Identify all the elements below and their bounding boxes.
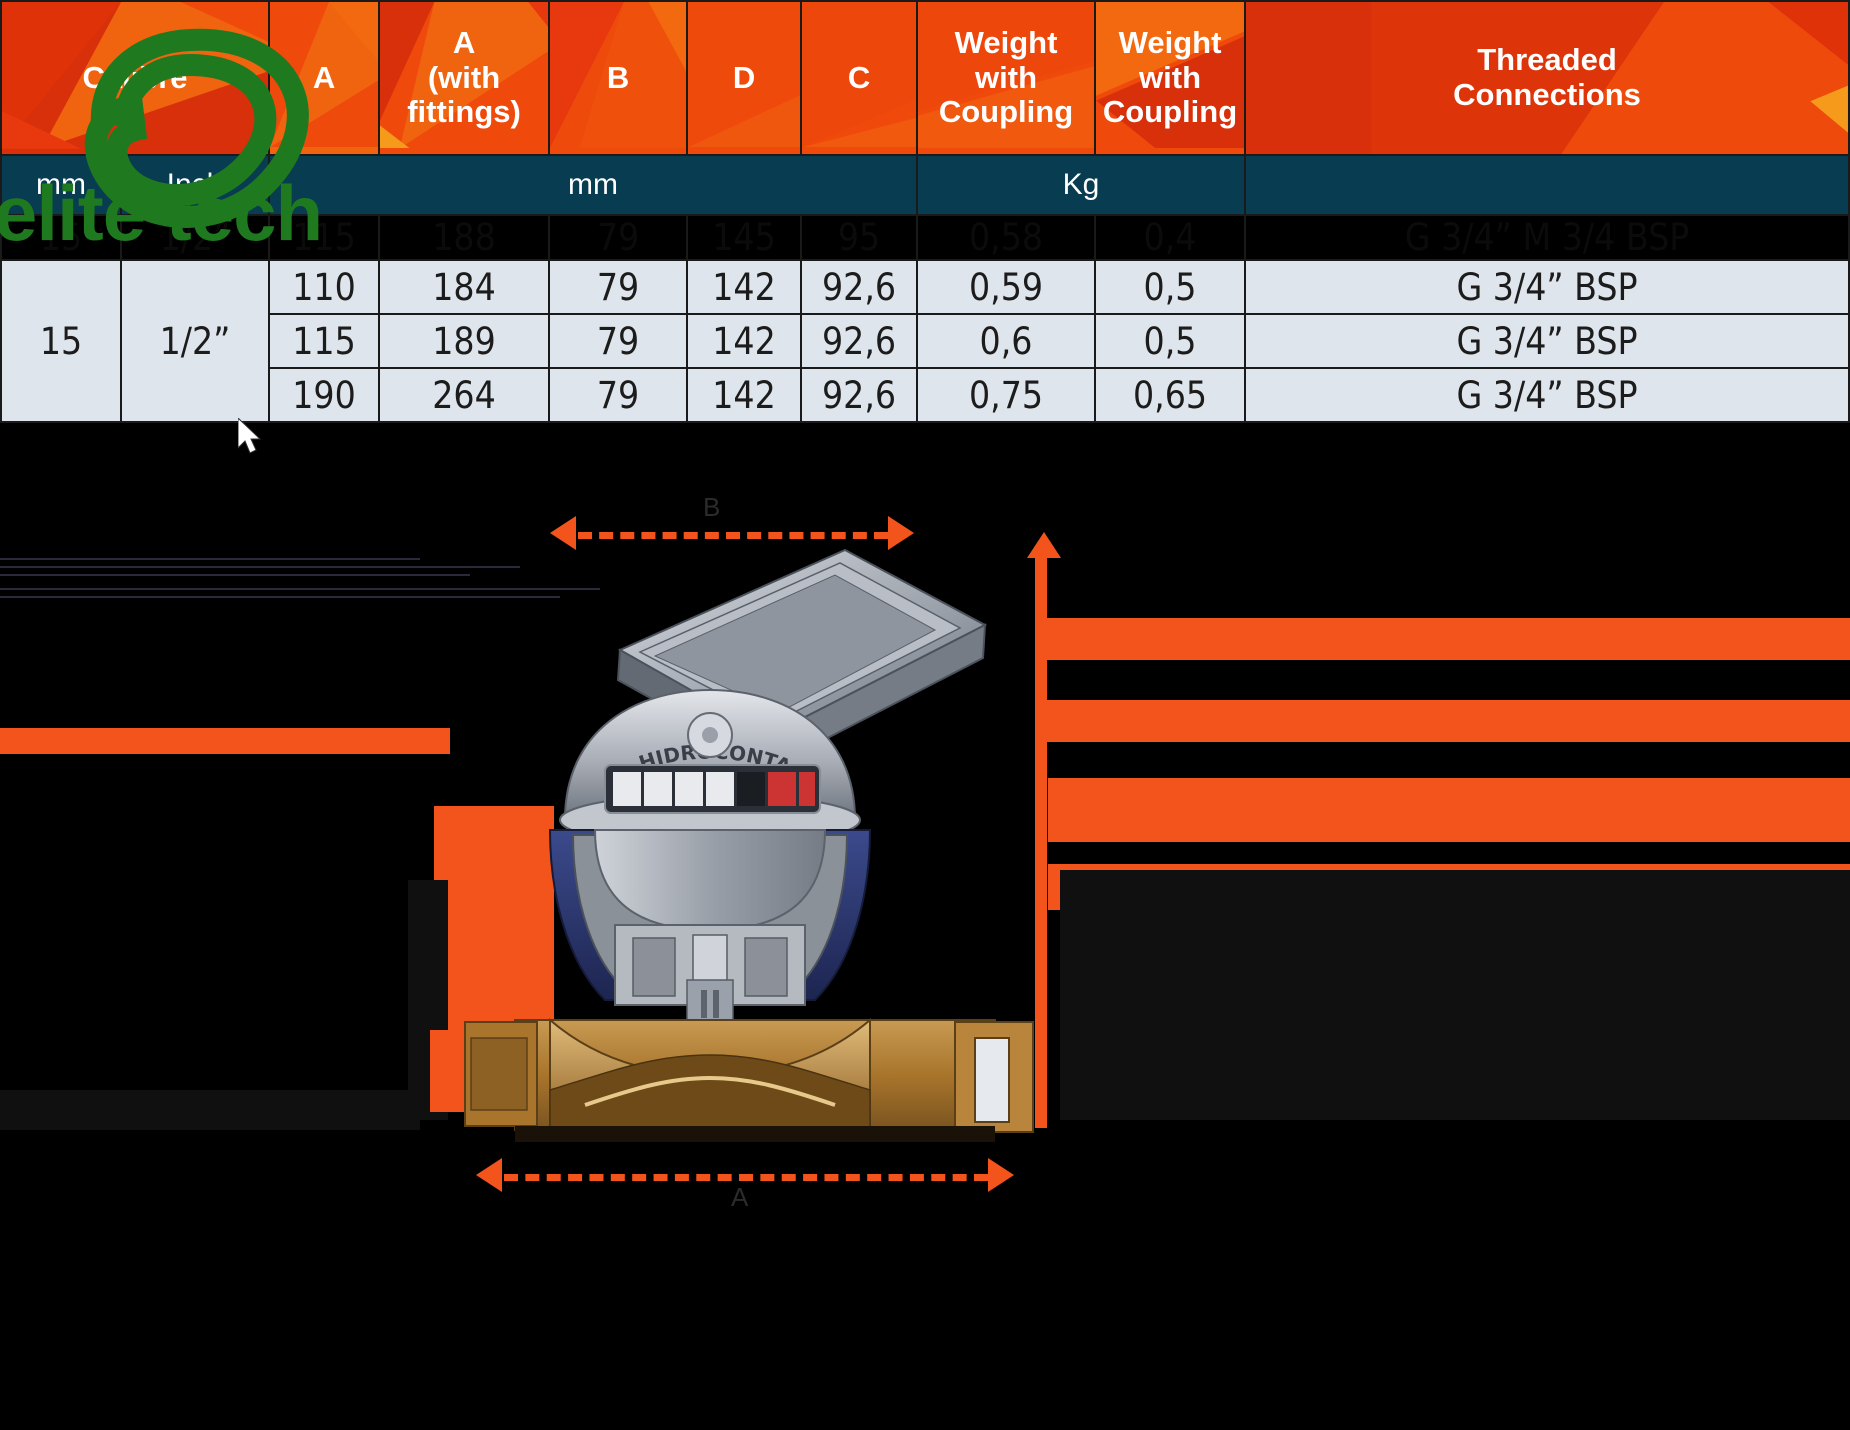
header-a-label: A — [312, 59, 336, 95]
spec-table: Calibre A A (with fittings) B D C Weight… — [0, 0, 1850, 423]
meter-mechanism — [593, 829, 827, 1021]
afit-line1: A — [452, 24, 476, 60]
weight1-line3: Coupling — [938, 94, 1074, 130]
header-a: A — [268, 0, 381, 156]
meter-brass-body — [464, 1017, 1034, 1133]
cell-a: 190 — [268, 367, 381, 423]
header-b: B — [548, 0, 689, 156]
guide-line — [0, 566, 520, 568]
table-row-clipped-top: 15 1/2” 115 188 79 145 95 0,58 0,4 G 3/4… — [0, 214, 1850, 261]
table-body: 15 1/2” 115 188 79 145 95 0,58 0,4 G 3/4… — [0, 214, 1850, 423]
guide-line — [0, 574, 470, 576]
header-unit-kg-group: Kg — [916, 154, 1247, 216]
header-threaded-connections: Threaded Connections — [1244, 0, 1850, 156]
cell-d: 142 — [686, 259, 803, 315]
cell-a: 110 — [268, 259, 381, 315]
afit-line3: fittings) — [407, 94, 521, 130]
callout-dark-right — [1060, 870, 1850, 1120]
cell-d: 142 — [686, 367, 803, 423]
weight1-line2: with — [975, 59, 1038, 95]
callout-bar-right-2 — [1040, 700, 1850, 742]
water-meter-illustration: HIDROCONTA — [455, 530, 1055, 1170]
cell-a-fittings: 184 — [378, 259, 551, 315]
cell-clipped-weight-2: 0,4 — [1094, 214, 1247, 261]
cell-clipped-b: 79 — [548, 214, 689, 261]
cell-b: 79 — [548, 367, 689, 423]
cell-calibre-mm: 15 — [0, 259, 122, 423]
cell-a: 115 — [268, 313, 381, 369]
cell-weight-1: 0,75 — [916, 367, 1097, 423]
header-d: D — [686, 0, 803, 156]
cell-weight-2: 0,5 — [1094, 259, 1247, 315]
header-calibre-label: Calibre — [82, 59, 188, 95]
product-diagram: B A HIDR ONT — [0, 470, 1850, 1430]
cell-clipped-d: 145 — [686, 214, 803, 261]
guide-line — [0, 558, 420, 560]
cell-clipped-weight-1: 0,58 — [916, 214, 1097, 261]
cell-weight-1: 0,59 — [916, 259, 1097, 315]
cell-calibre-inch: 1/2” — [119, 259, 271, 423]
cell-c: 92,6 — [800, 259, 919, 315]
header-weight-1-label: Weight with Coupling — [922, 24, 1090, 130]
header-threaded-label: Threaded Connections — [1250, 42, 1844, 112]
cell-threaded: G 3/4” BSP — [1244, 259, 1850, 315]
table-header-row-units: mm Inch mm Kg — [0, 154, 1850, 216]
cell-c: 92,6 — [800, 367, 919, 423]
callout-bar-left-1 — [0, 728, 450, 754]
cell-clipped-c: 95 — [800, 214, 919, 261]
header-a-with-fittings: A (with fittings) — [378, 0, 551, 156]
dim-a-label: A — [731, 1182, 749, 1212]
cell-weight-2: 0,65 — [1094, 367, 1247, 423]
header-unit-mm-group: mm — [268, 154, 919, 216]
header-unit-mm: mm — [0, 154, 122, 216]
header-weight-with-coupling-2: Weight with Coupling — [1094, 0, 1247, 156]
cell-clipped-a-fittings: 188 — [378, 214, 551, 261]
cell-b: 79 — [548, 259, 689, 315]
cell-clipped-calibre-inch: 1/2” — [119, 214, 271, 261]
header-unit-inch: Inch — [119, 154, 271, 216]
table-row: 15 1/2” 110 184 79 142 92,6 0,59 0,5 G 3… — [0, 259, 1850, 423]
cell-c: 92,6 — [800, 313, 919, 369]
cell-d: 142 — [686, 313, 803, 369]
cell-clipped-threaded: G 3/4” M 3/4 BSP — [1244, 214, 1850, 261]
table-row: 190 264 79 142 92,6 0,75 0,65 G 3/4” BSP — [1, 367, 1850, 423]
cell-threaded: G 3/4” BSP — [1244, 367, 1850, 423]
mouse-cursor-icon — [238, 418, 262, 454]
cell-clipped-a: 115 — [268, 214, 381, 261]
threaded-line2: Connections — [1453, 77, 1641, 112]
cell-b: 79 — [548, 313, 689, 369]
water-meter-svg: HIDROCONTA — [464, 548, 1034, 1142]
dim-a-line — [504, 1174, 988, 1181]
header-c: C — [800, 0, 919, 156]
weight2-line1: Weight — [1118, 24, 1222, 60]
weight1-line1: Weight — [954, 24, 1058, 60]
cell-a-fittings: 264 — [378, 367, 551, 423]
cell-weight-2: 0,5 — [1094, 313, 1247, 369]
header-c-label: C — [847, 59, 871, 95]
weight2-line2: with — [1139, 59, 1202, 95]
cell-a-fittings: 189 — [378, 313, 551, 369]
screenshot-root: Calibre A A (with fittings) B D C Weight… — [0, 0, 1850, 1430]
header-calibre: Calibre — [0, 0, 271, 156]
dim-b-label: B — [703, 492, 721, 522]
weight2-line3: Coupling — [1102, 94, 1238, 130]
table-header-row-titles: Calibre A A (with fittings) B D C Weight… — [0, 0, 1850, 156]
table-row: 115 189 79 142 92,6 0,6 0,5 G 3/4” BSP — [1, 313, 1850, 369]
header-d-label: D — [732, 59, 756, 95]
cell-weight-1: 0,6 — [916, 313, 1097, 369]
cell-clipped-calibre-mm: 15 — [0, 214, 122, 261]
header-unit-blank — [1244, 154, 1850, 216]
header-weight-2-label: Weight with Coupling — [1100, 24, 1240, 130]
callout-bar-right-1 — [1040, 618, 1850, 660]
callout-bar-right-3 — [1048, 778, 1850, 842]
afit-line2: (with — [427, 59, 501, 95]
header-weight-with-coupling-1: Weight with Coupling — [916, 0, 1097, 156]
header-a-with-fittings-label: A (with fittings) — [384, 24, 544, 130]
threaded-line1: Threaded — [1477, 42, 1617, 78]
cell-threaded: G 3/4” BSP — [1244, 313, 1850, 369]
shadow-strip-bottom-left — [0, 1090, 420, 1130]
header-b-label: B — [606, 59, 630, 95]
spec-table-container: Calibre A A (with fittings) B D C Weight… — [0, 0, 1850, 470]
